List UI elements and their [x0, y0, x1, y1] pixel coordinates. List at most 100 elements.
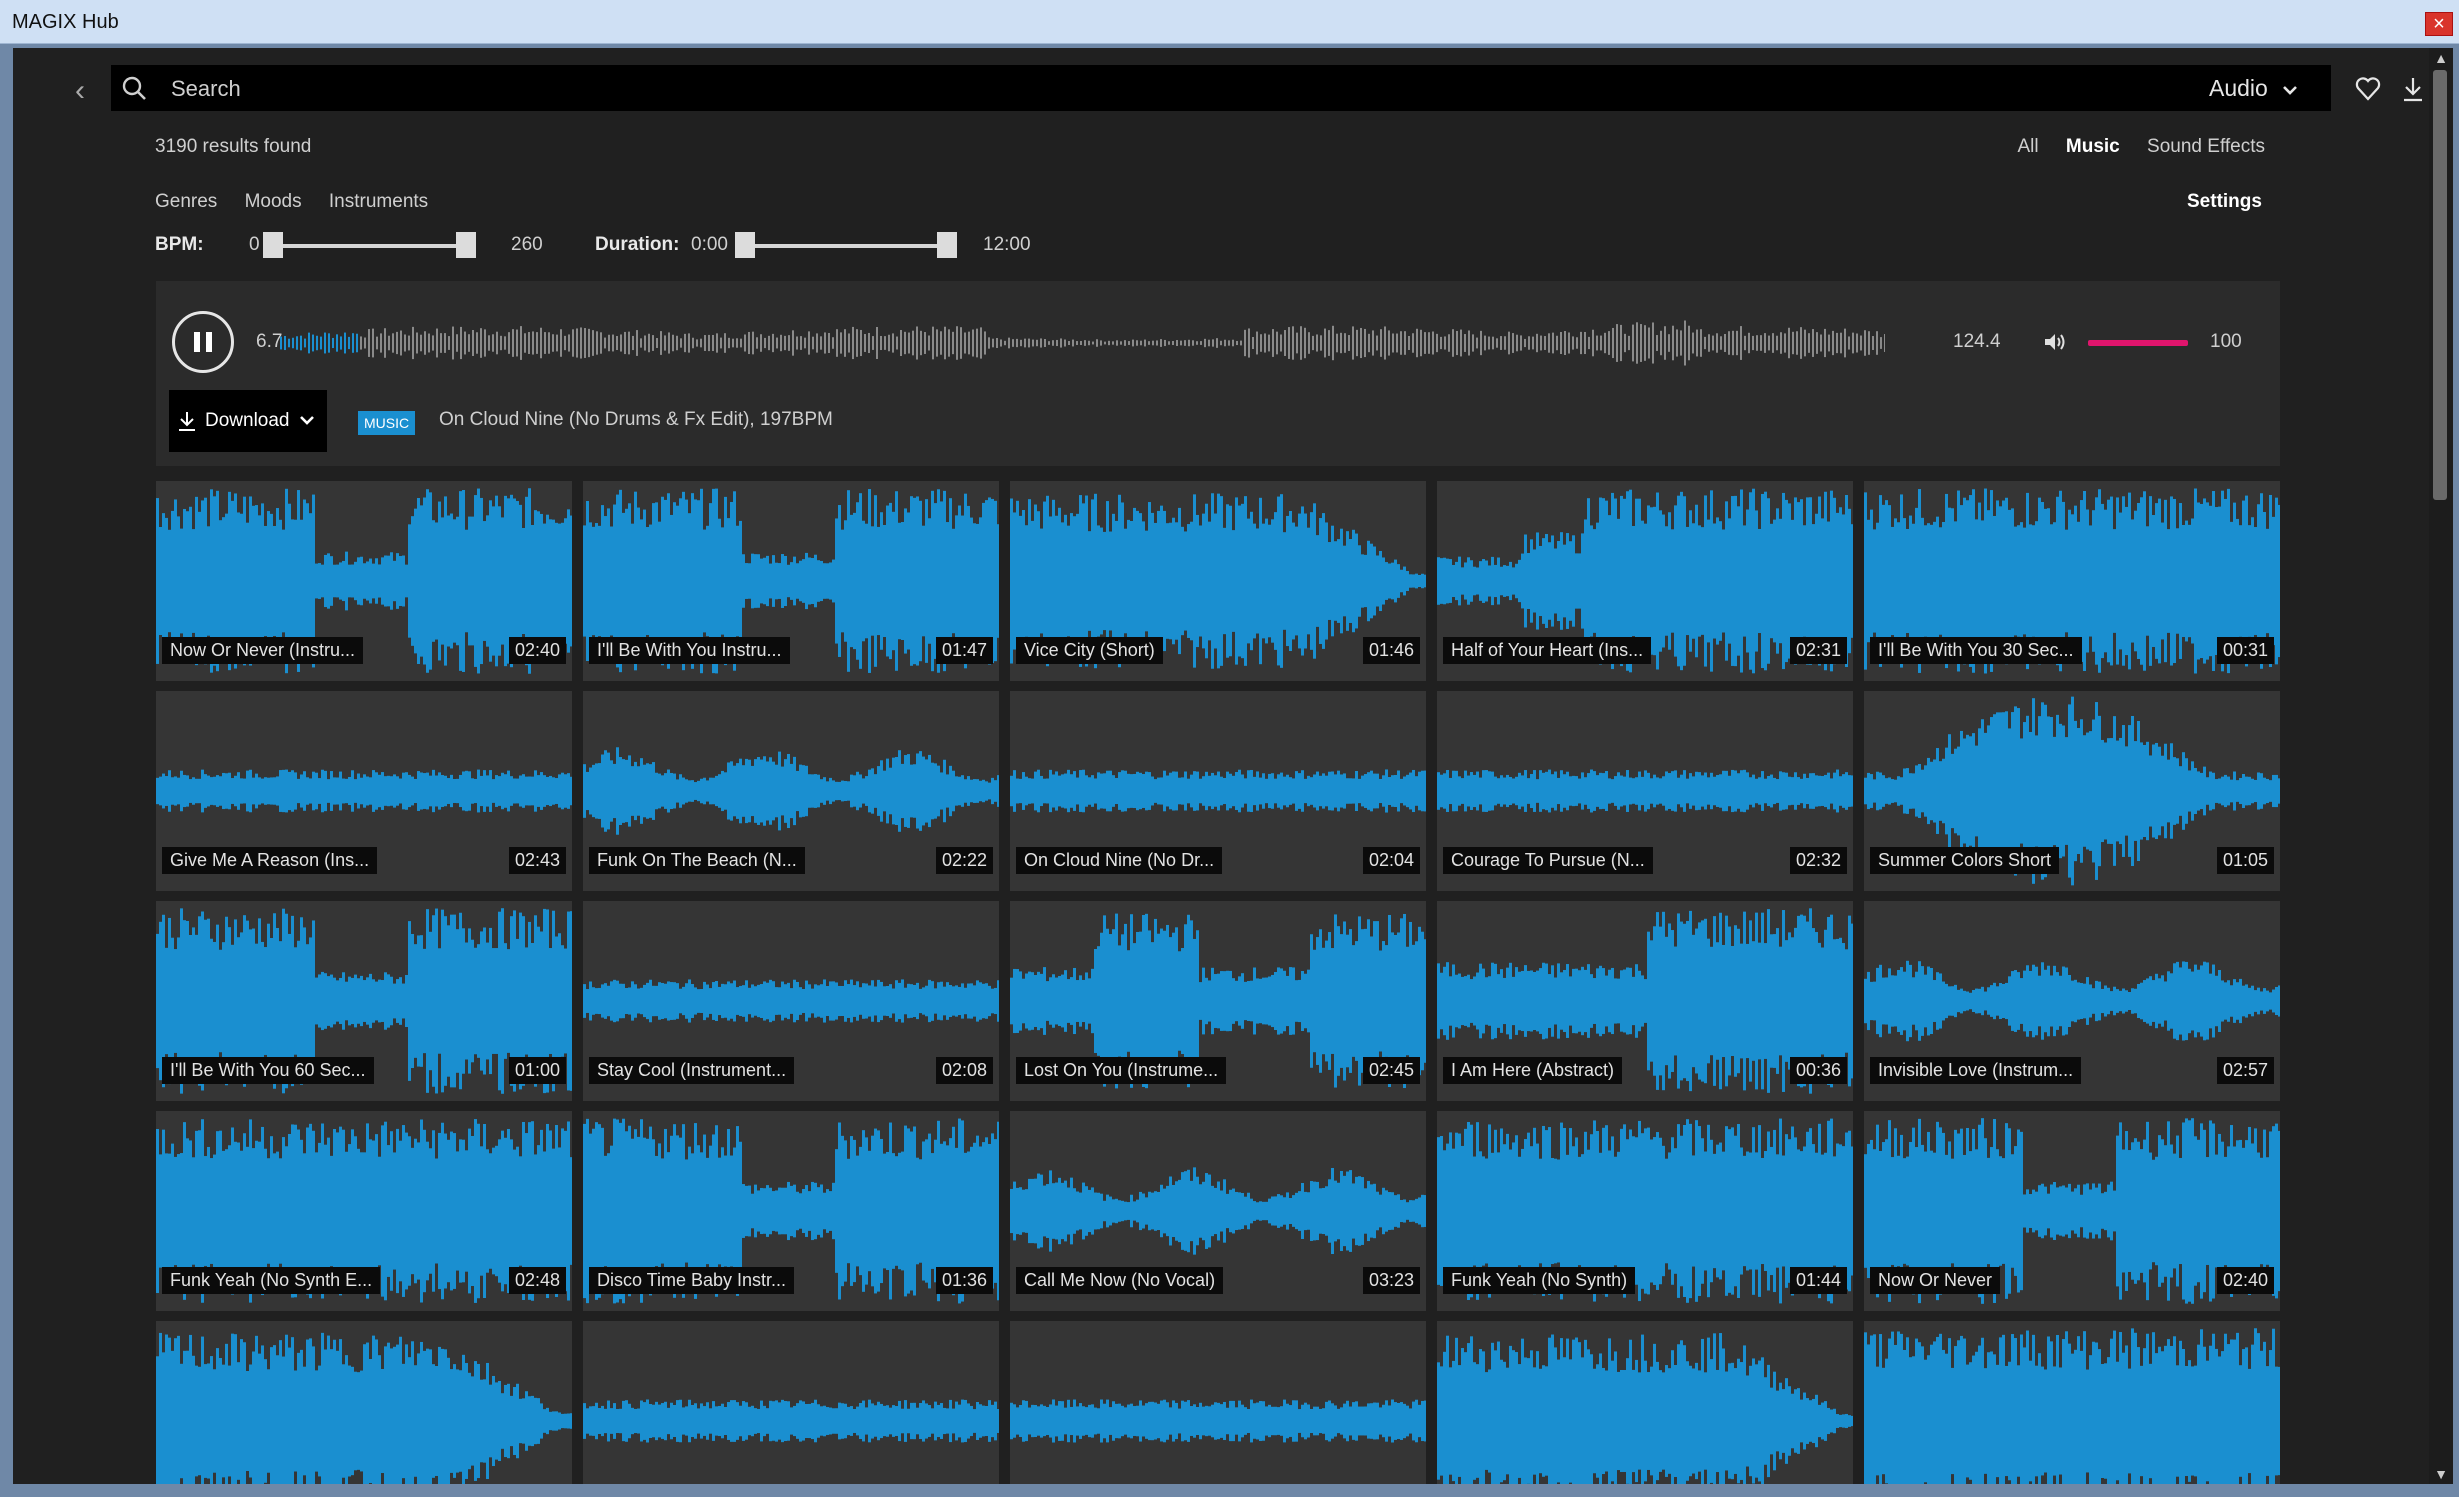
result-tile[interactable] [1010, 1321, 1426, 1484]
back-icon[interactable]: ‹ [75, 74, 101, 108]
result-tile[interactable] [1864, 1321, 2280, 1484]
result-tile[interactable]: I'll Be With You Instru... 01:47 [583, 481, 999, 681]
result-tile[interactable]: Summer Colors Short 01:05 [1864, 691, 2280, 891]
tile-title: I'll Be With You 30 Sec... [1870, 637, 2082, 664]
now-playing-title: On Cloud Nine (No Drums & Fx Edit), 197B… [439, 409, 833, 430]
media-type-dropdown[interactable]: Audio [2209, 75, 2298, 102]
bpm-label: BPM: [155, 234, 204, 255]
tile-title: Funk Yeah (No Synth E... [162, 1267, 381, 1294]
volume-icon[interactable] [2042, 331, 2066, 353]
result-tile[interactable] [156, 1321, 572, 1484]
result-tile[interactable]: Give Me A Reason (Ins... 02:43 [156, 691, 572, 891]
result-tile[interactable]: I'll Be With You 30 Sec... 00:31 [1864, 481, 2280, 681]
result-tile[interactable]: Invisible Love (Instrum... 02:57 [1864, 901, 2280, 1101]
tile-title: Give Me A Reason (Ins... [162, 847, 378, 874]
tile-title: I'll Be With You 60 Sec... [162, 1057, 374, 1084]
volume-slider[interactable] [2088, 340, 2188, 346]
duration-label: Duration: [595, 234, 680, 255]
filter-sound-effects[interactable]: Sound Effects [2147, 136, 2265, 157]
tile-duration: 03:23 [1362, 1267, 1420, 1294]
close-window-button[interactable]: × [2425, 12, 2453, 36]
tile-title: Now Or Never [1870, 1267, 2001, 1294]
download-button-label: Download [205, 410, 290, 431]
search-icon[interactable] [121, 75, 147, 101]
tile-waveform [1864, 1328, 2280, 1484]
result-tile[interactable]: I'll Be With You 60 Sec... 01:00 [156, 901, 572, 1101]
result-tile[interactable]: Vice City (Short) 01:46 [1010, 481, 1426, 681]
music-badge: MUSIC [358, 411, 416, 435]
download-icon[interactable] [2401, 75, 2425, 103]
settings-link[interactable]: Settings [2187, 191, 2262, 213]
tile-title: I'll Be With You Instru... [589, 637, 790, 664]
search-input[interactable] [169, 65, 1973, 113]
duration-max-value: 12:00 [983, 234, 1031, 255]
bpm-max-handle[interactable] [456, 232, 476, 258]
filter-all[interactable]: All [2018, 136, 2039, 157]
tile-title: On Cloud Nine (No Dr... [1016, 847, 1223, 874]
instruments-filter[interactable]: Instruments [329, 191, 428, 212]
pause-icon [206, 332, 212, 352]
tile-duration: 01:36 [935, 1267, 993, 1294]
tile-duration: 02:57 [2216, 1057, 2274, 1084]
filter-music[interactable]: Music [2066, 136, 2120, 157]
moods-filter[interactable]: Moods [245, 191, 302, 212]
duration-max-handle[interactable] [937, 232, 957, 258]
bpm-max-value: 260 [511, 234, 543, 255]
bpm-slider-track[interactable] [273, 244, 473, 248]
audio-player: 6.7 124.4 100 Download MUSIC On Cloud Ni… [156, 281, 2280, 466]
tile-title: Disco Time Baby Instr... [589, 1267, 795, 1294]
download-button[interactable]: Download [169, 390, 327, 452]
tile-title: Lost On You (Instrume... [1016, 1057, 1227, 1084]
tile-waveform [1437, 1333, 1853, 1484]
playback-position: 6.7 [256, 331, 283, 352]
hub-content: ‹ Audio 3190 results found All M [13, 48, 2429, 1484]
tile-waveform [583, 1399, 999, 1443]
result-tile[interactable]: On Cloud Nine (No Dr... 02:04 [1010, 691, 1426, 891]
heart-icon[interactable] [2354, 75, 2382, 103]
result-tile[interactable]: Lost On You (Instrume... 02:45 [1010, 901, 1426, 1101]
bpm-min-handle[interactable] [263, 232, 283, 258]
track-length: 124.4 [1953, 331, 2001, 352]
duration-min-value: 0:00 [691, 234, 728, 255]
result-tile[interactable]: Now Or Never 02:40 [1864, 1111, 2280, 1311]
tile-duration: 02:43 [508, 847, 566, 874]
tile-duration: 02:08 [935, 1057, 993, 1084]
tile-duration: 00:31 [2216, 637, 2274, 664]
scroll-up-icon[interactable]: ▲ [2433, 50, 2449, 66]
result-tile[interactable]: Funk Yeah (No Synth E... 02:48 [156, 1111, 572, 1311]
tile-duration: 01:05 [2216, 847, 2274, 874]
results-grid: Now Or Never (Instru... 02:40 I'll Be With… [156, 481, 2280, 1484]
tile-duration: 02:40 [508, 637, 566, 664]
result-tile[interactable]: Funk Yeah (No Synth) 01:44 [1437, 1111, 1853, 1311]
title-bar: MAGIX Hub × [0, 0, 2459, 44]
player-waveform[interactable] [280, 311, 1885, 375]
volume-value: 100 [2210, 331, 2242, 352]
tile-title: Now Or Never (Instru... [162, 637, 364, 664]
result-tile[interactable]: Call Me Now (No Vocal) 03:23 [1010, 1111, 1426, 1311]
result-tile[interactable] [583, 1321, 999, 1484]
search-bar: Audio [111, 65, 2422, 113]
genres-filter[interactable]: Genres [155, 191, 217, 212]
tile-duration: 02:31 [1789, 637, 1847, 664]
chevron-down-icon [300, 416, 314, 425]
result-tile[interactable] [1437, 1321, 1853, 1484]
result-tile[interactable]: Now Or Never (Instru... 02:40 [156, 481, 572, 681]
scroll-down-icon[interactable]: ▼ [2433, 1466, 2449, 1482]
tile-duration: 02:22 [935, 847, 993, 874]
vertical-scrollbar[interactable]: ▲ ▼ [2429, 48, 2453, 1484]
duration-slider-track[interactable] [745, 244, 955, 248]
tile-title: Invisible Love (Instrum... [1870, 1057, 2082, 1084]
tile-title: Funk Yeah (No Synth) [1443, 1267, 1636, 1294]
tile-title: Stay Cool (Instrument... [589, 1057, 795, 1084]
pause-button[interactable] [172, 311, 234, 373]
tile-duration: 02:48 [508, 1267, 566, 1294]
result-tile[interactable]: Half of Your Heart (Ins... 02:31 [1437, 481, 1853, 681]
result-tile[interactable]: Disco Time Baby Instr... 01:36 [583, 1111, 999, 1311]
result-tile[interactable]: Stay Cool (Instrument... 02:08 [583, 901, 999, 1101]
result-tile[interactable]: Courage To Pursue (N... 02:32 [1437, 691, 1853, 891]
duration-min-handle[interactable] [735, 232, 755, 258]
scrollbar-thumb[interactable] [2433, 70, 2447, 500]
result-tile[interactable]: Funk On The Beach (N... 02:22 [583, 691, 999, 891]
result-tile[interactable]: I Am Here (Abstract) 00:36 [1437, 901, 1853, 1101]
tile-title: I Am Here (Abstract) [1443, 1057, 1623, 1084]
